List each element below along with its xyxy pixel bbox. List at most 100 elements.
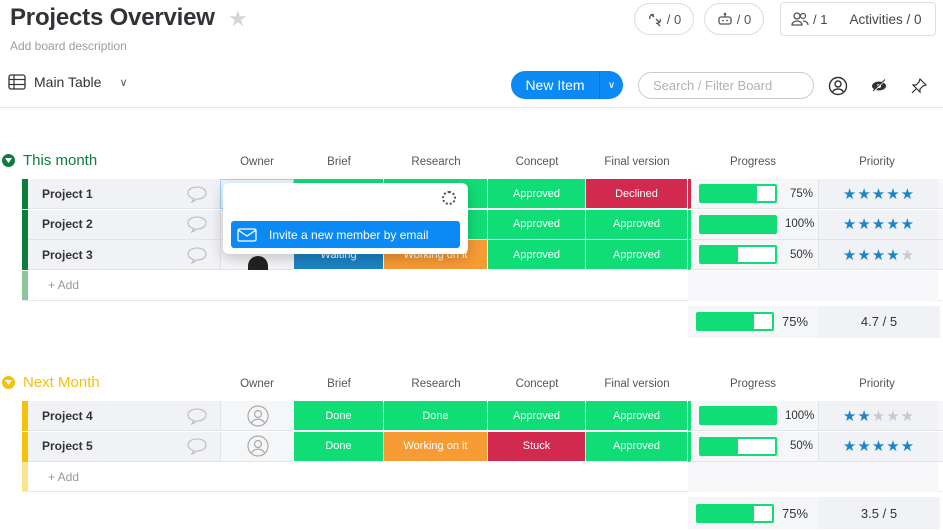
empty-avatar-icon[interactable] [246,404,269,427]
star-icon[interactable]: ★ [886,246,899,264]
table-row[interactable]: Project 3 Waiting Working on it Approved… [22,240,943,270]
comment-bubble-icon[interactable] [186,407,208,425]
star-icon[interactable]: ★ [857,185,870,203]
chevron-down-icon[interactable]: ∨ [119,76,127,89]
item-name-cell[interactable]: Project 1 [28,179,220,209]
star-icon[interactable]: ★ [228,6,248,32]
star-icon[interactable]: ★ [843,185,856,203]
pin-icon[interactable] [908,75,930,97]
column-header[interactable]: Progress [688,156,818,168]
item-name[interactable]: Project 5 [42,439,93,453]
column-header[interactable]: Final version [586,156,688,168]
table-row[interactable]: Project 2 Done Done Approved Approved 10… [22,209,943,240]
table-row[interactable]: Project 5 Done Working on it Stuck Appro… [22,431,943,462]
item-name[interactable]: Project 1 [42,187,93,201]
automations-button[interactable]: / 0 [704,3,764,35]
person-filter-icon[interactable] [827,75,849,97]
priority-rating[interactable]: ★ ★ ★ ★ ★ [818,179,938,209]
status-final-version[interactable]: Approved [586,209,688,240]
column-header[interactable]: Brief [294,156,384,168]
item-name[interactable]: Project 4 [42,409,93,423]
item-name-cell[interactable]: Project 2 [28,209,220,240]
empty-avatar-icon[interactable] [246,435,269,457]
item-name[interactable]: Project 2 [42,217,93,231]
owner-avatar[interactable] [247,255,268,270]
column-header[interactable]: Owner [220,378,294,390]
column-header[interactable]: Progress [688,378,818,390]
star-icon[interactable]: ★ [872,246,885,264]
search-input[interactable] [638,72,814,99]
status-final-version[interactable]: Approved [586,431,688,462]
new-item-button[interactable]: New Item ∨ [511,71,623,99]
star-icon[interactable]: ★ [886,407,899,425]
priority-rating[interactable]: ★ ★ ★ ★ ★ [818,431,938,462]
star-icon[interactable]: ★ [843,215,856,233]
column-header[interactable]: Owner [220,156,294,168]
star-icon[interactable]: ★ [886,215,899,233]
star-icon[interactable]: ★ [886,437,899,455]
hide-eye-icon[interactable] [868,75,890,97]
group-title[interactable]: Next Month [2,374,100,391]
add-item-row[interactable]: + Add [22,462,942,492]
star-icon[interactable]: ★ [872,437,885,455]
star-icon[interactable]: ★ [901,185,914,203]
comment-bubble-icon[interactable] [186,437,208,455]
star-icon[interactable]: ★ [857,407,870,425]
status-research[interactable]: Working on it [384,431,488,462]
board-title[interactable]: Projects Overview [10,4,215,32]
collapse-group-icon[interactable] [2,154,15,167]
star-icon[interactable]: ★ [901,246,914,264]
column-header[interactable]: Priority [818,156,936,168]
column-header[interactable]: Concept [488,156,586,168]
star-icon[interactable]: ★ [886,185,899,203]
item-name-cell[interactable]: Project 3 [28,240,220,270]
status-final-version[interactable]: Approved [586,240,688,270]
column-header[interactable]: Brief [294,378,384,390]
star-icon[interactable]: ★ [872,215,885,233]
column-header[interactable]: Research [384,378,488,390]
item-name-cell[interactable]: Project 5 [28,431,220,462]
integrations-button[interactable]: / 0 [634,3,694,35]
status-final-version[interactable]: Declined [586,179,688,209]
status-concept[interactable]: Approved [488,240,586,270]
add-item-label[interactable]: + Add [28,462,79,491]
item-name-cell[interactable]: Project 4 [28,401,220,431]
chevron-down-icon[interactable]: ∨ [599,71,623,99]
priority-rating[interactable]: ★ ★ ★ ★ ★ [818,240,938,270]
priority-rating[interactable]: ★ ★ ★ ★ ★ [818,401,938,431]
status-brief[interactable]: Done [294,431,384,462]
star-icon[interactable]: ★ [857,246,870,264]
comment-bubble-icon[interactable] [186,215,208,233]
group-title[interactable]: This month [2,152,97,169]
star-icon[interactable]: ★ [843,246,856,264]
star-icon[interactable]: ★ [857,215,870,233]
star-icon[interactable]: ★ [901,407,914,425]
status-research[interactable]: Done [384,401,488,431]
owner-cell[interactable] [220,401,294,431]
priority-rating[interactable]: ★ ★ ★ ★ ★ [818,209,938,240]
table-row[interactable]: Project 1 Done Done Approved Declined 75… [22,179,943,209]
star-icon[interactable]: ★ [843,437,856,455]
owner-search-input[interactable] [231,191,431,209]
status-brief[interactable]: Done [294,401,384,431]
status-concept[interactable]: Approved [488,209,586,240]
status-final-version[interactable]: Approved [586,401,688,431]
owner-cell[interactable] [220,431,294,462]
column-header[interactable]: Concept [488,378,586,390]
status-concept[interactable]: Stuck [488,431,586,462]
star-icon[interactable]: ★ [857,437,870,455]
board-description[interactable]: Add board description [10,39,127,53]
column-header[interactable]: Final version [586,378,688,390]
invite-member-button[interactable]: Invite a new member by email [231,221,460,248]
star-icon[interactable]: ★ [901,437,914,455]
comment-bubble-icon[interactable] [186,185,208,203]
star-icon[interactable]: ★ [872,185,885,203]
table-row[interactable]: Project 4 Done Done Approved Approved 10… [22,401,943,431]
comment-bubble-icon[interactable] [186,246,208,264]
collapse-group-icon[interactable] [2,376,15,389]
star-icon[interactable]: ★ [872,407,885,425]
item-name[interactable]: Project 3 [42,248,93,262]
members-activities-button[interactable]: / 1 Activities / 0 [780,2,936,36]
star-icon[interactable]: ★ [843,407,856,425]
star-icon[interactable]: ★ [901,215,914,233]
